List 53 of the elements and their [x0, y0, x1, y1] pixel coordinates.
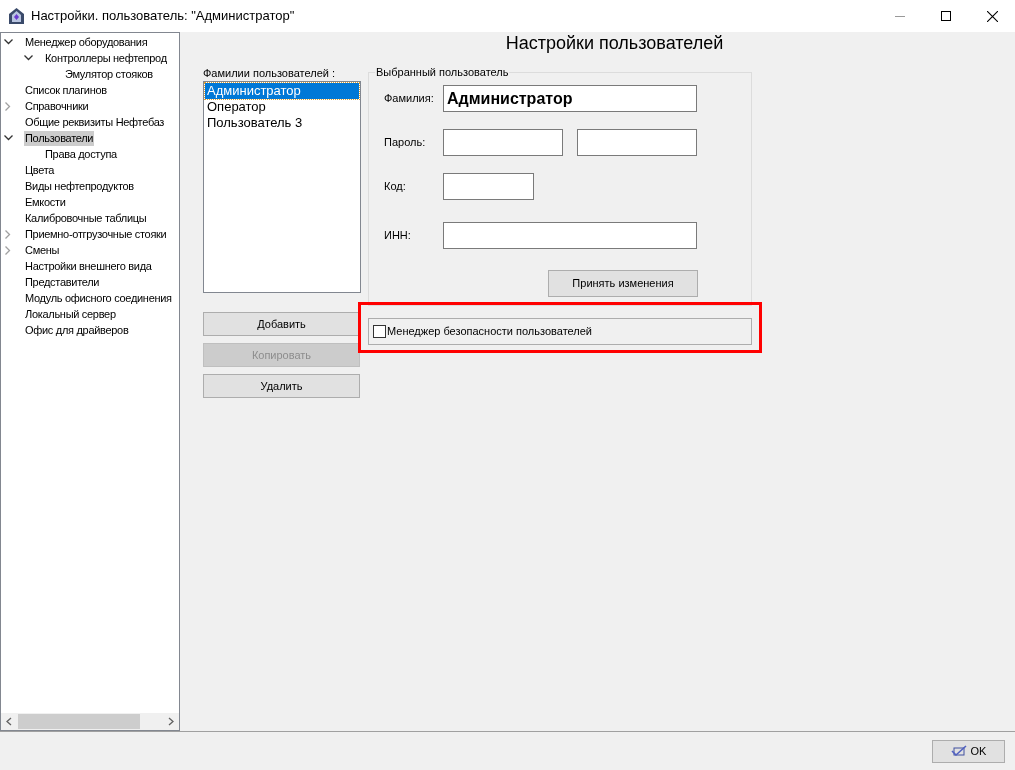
- horizontal-scrollbar[interactable]: [1, 713, 179, 730]
- tree-item[interactable]: Емкости: [24, 194, 67, 210]
- list-item[interactable]: Оператор: [205, 99, 359, 115]
- tree-item[interactable]: Локальный сервер: [24, 306, 117, 322]
- maximize-icon: [941, 11, 951, 21]
- expanded-chevron-icon[interactable]: [23, 55, 33, 61]
- page-heading: Настройки пользователей: [504, 32, 725, 54]
- tree-item[interactable]: Менеджер оборудования: [24, 34, 149, 50]
- apply-button[interactable]: Принять изменения: [548, 270, 698, 297]
- tree-item[interactable]: Общие реквизиты Нефтебаз: [24, 114, 166, 130]
- expanded-chevron-icon[interactable]: [3, 39, 13, 45]
- tree-item[interactable]: Настройки внешнего вида: [24, 258, 153, 274]
- password-field[interactable]: [443, 129, 563, 156]
- list-item[interactable]: Пользователь 3: [205, 115, 359, 131]
- tree-item[interactable]: Офис для драйверов: [24, 322, 130, 338]
- tree-item[interactable]: Приемно-отгрузочные стояки: [24, 226, 168, 242]
- app-icon: [8, 7, 25, 25]
- action-button[interactable]: Удалить: [203, 374, 360, 398]
- collapsed-chevron-icon[interactable]: [5, 101, 11, 111]
- code-field[interactable]: [443, 173, 534, 200]
- tree-item[interactable]: Контроллеры нефтепрод: [44, 50, 168, 66]
- user-list[interactable]: Администратор Оператор Пользователь 3: [203, 81, 361, 293]
- inn-field[interactable]: [443, 222, 697, 249]
- field-label: ИНН:: [384, 228, 412, 244]
- tree-item[interactable]: Справочники: [24, 98, 90, 114]
- tree-item[interactable]: Калибровочные таблицы: [24, 210, 148, 226]
- field-label: Код:: [384, 179, 407, 195]
- tree-item[interactable]: Эмулятор стояков: [64, 66, 154, 82]
- close-icon: [986, 10, 998, 22]
- expanded-chevron-icon[interactable]: [3, 135, 13, 141]
- collapsed-chevron-icon[interactable]: [5, 245, 11, 255]
- security-checkbox-row[interactable]: Менеджер безопасности пользователей: [373, 323, 592, 340]
- tree-item[interactable]: Смены: [24, 242, 61, 258]
- field-label: Фамилия:: [384, 91, 435, 107]
- field-label: Пароль:: [384, 135, 427, 151]
- checkbox[interactable]: [373, 325, 386, 338]
- ok-button[interactable]: OK: [932, 739, 1005, 763]
- tree-item[interactable]: Список плагинов: [24, 82, 108, 98]
- tree-item[interactable]: Представители: [24, 274, 101, 290]
- password-confirm-field[interactable]: [577, 129, 697, 156]
- surname-field[interactable]: Администратор: [443, 85, 697, 112]
- window-title: Настройки. пользователь: "Администратор": [31, 7, 295, 26]
- collapsed-chevron-icon[interactable]: [5, 229, 11, 239]
- tree-item[interactable]: Цвета: [24, 162, 56, 178]
- tree-item[interactable]: Права доступа: [44, 146, 118, 162]
- group-legend: Выбранный пользователь: [375, 66, 510, 78]
- list-item[interactable]: Администратор: [205, 83, 359, 99]
- checkmark-icon: [950, 745, 967, 757]
- tree-item[interactable]: Модуль офисного соединения: [24, 290, 173, 306]
- list-label: Фамилии пользователей :: [203, 67, 337, 79]
- tree-item[interactable]: Виды нефтепродуктов: [24, 178, 135, 194]
- action-button[interactable]: Добавить: [203, 312, 360, 336]
- tree-item[interactable]: Пользователи: [24, 130, 95, 146]
